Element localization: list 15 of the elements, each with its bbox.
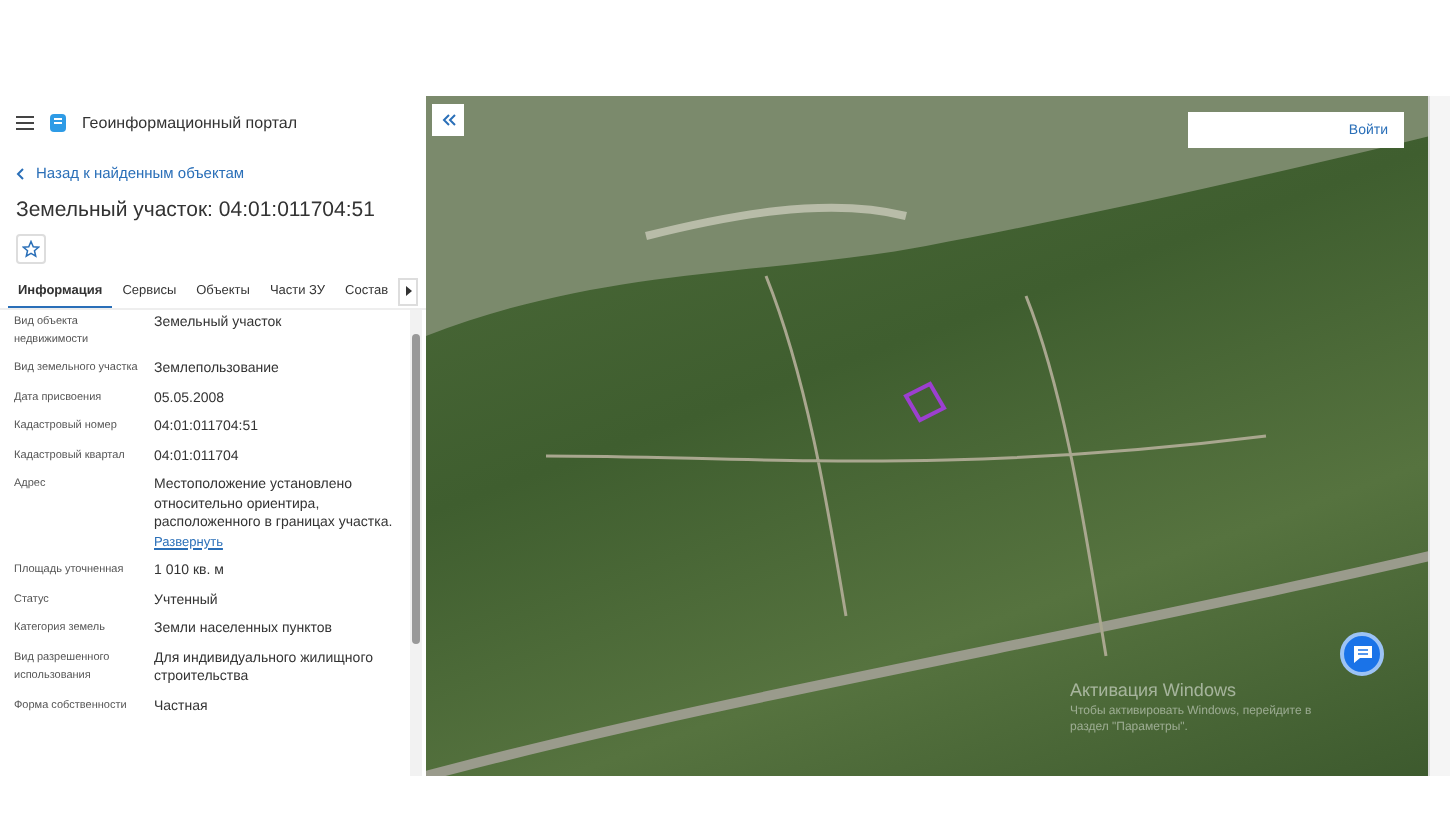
collapse-panel-button[interactable] bbox=[432, 104, 464, 136]
chat-icon bbox=[1351, 644, 1373, 664]
double-chevron-left-icon bbox=[441, 114, 455, 126]
object-title: Земельный участок: 04:01:011704:51 bbox=[14, 196, 377, 226]
portal-logo-icon bbox=[50, 113, 66, 131]
chat-button[interactable] bbox=[1340, 632, 1384, 676]
scrollbar[interactable] bbox=[410, 310, 422, 776]
activation-title: Активация Windows bbox=[1070, 680, 1236, 700]
menu-icon[interactable] bbox=[16, 115, 34, 129]
chevron-left-icon bbox=[16, 167, 24, 179]
portal-title: Геоинформационный портал bbox=[82, 113, 298, 131]
chevron-right-icon bbox=[405, 285, 412, 295]
tabs-next-button[interactable] bbox=[398, 278, 418, 306]
favorite-button[interactable] bbox=[16, 234, 46, 264]
star-icon bbox=[22, 240, 40, 258]
